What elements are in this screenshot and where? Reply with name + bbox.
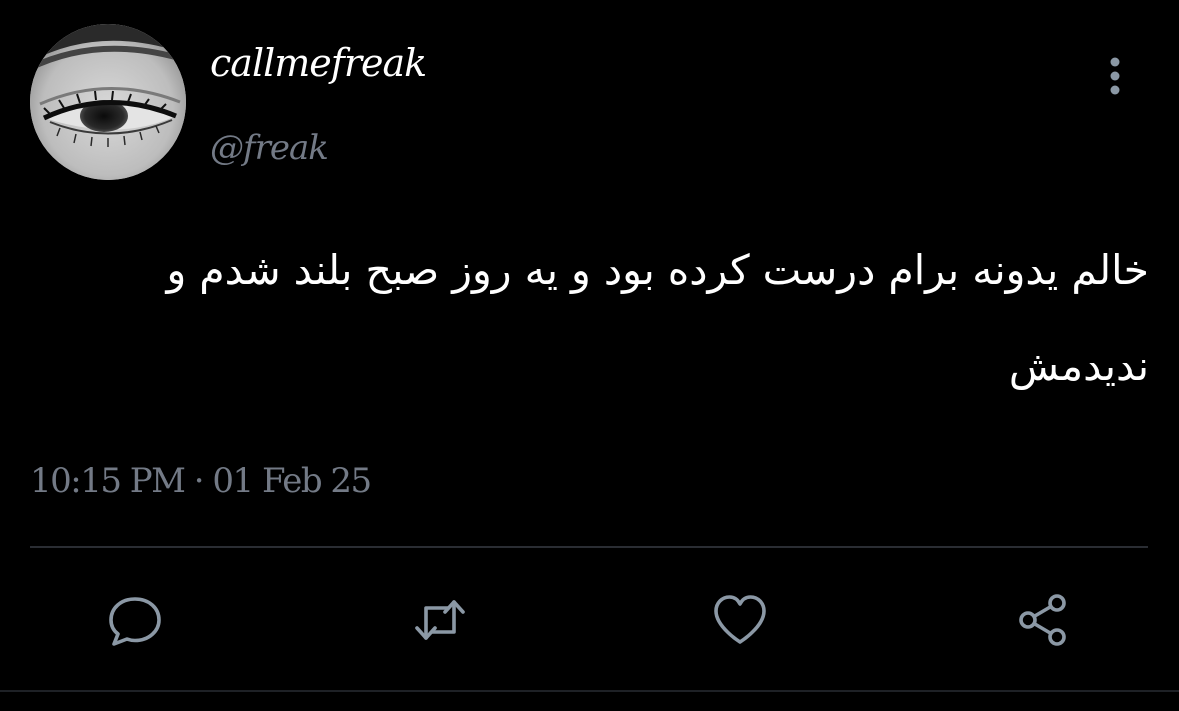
divider [30, 546, 1148, 548]
more-vertical-icon [1110, 57, 1120, 95]
retweet-icon [415, 600, 465, 640]
tweet-timestamp[interactable]: 10:15 PM · 01 Feb 25 [30, 464, 372, 498]
like-button[interactable] [708, 588, 772, 652]
avatar[interactable] [30, 24, 186, 180]
display-name[interactable]: callmefreak [210, 44, 427, 82]
eye-photo-icon [30, 24, 186, 180]
retweet-button[interactable] [408, 588, 472, 652]
user-handle[interactable]: @freak [210, 131, 329, 165]
tweet-text: خالم یدونه برام درست کرده بود و یه روز ص… [166, 246, 1149, 390]
more-options-button[interactable] [1098, 54, 1132, 98]
heart-icon [714, 595, 766, 644]
reply-button[interactable] [103, 588, 167, 652]
divider [0, 690, 1179, 692]
share-icon [1019, 594, 1066, 646]
share-button[interactable] [1011, 588, 1075, 652]
reply-icon [109, 597, 161, 646]
